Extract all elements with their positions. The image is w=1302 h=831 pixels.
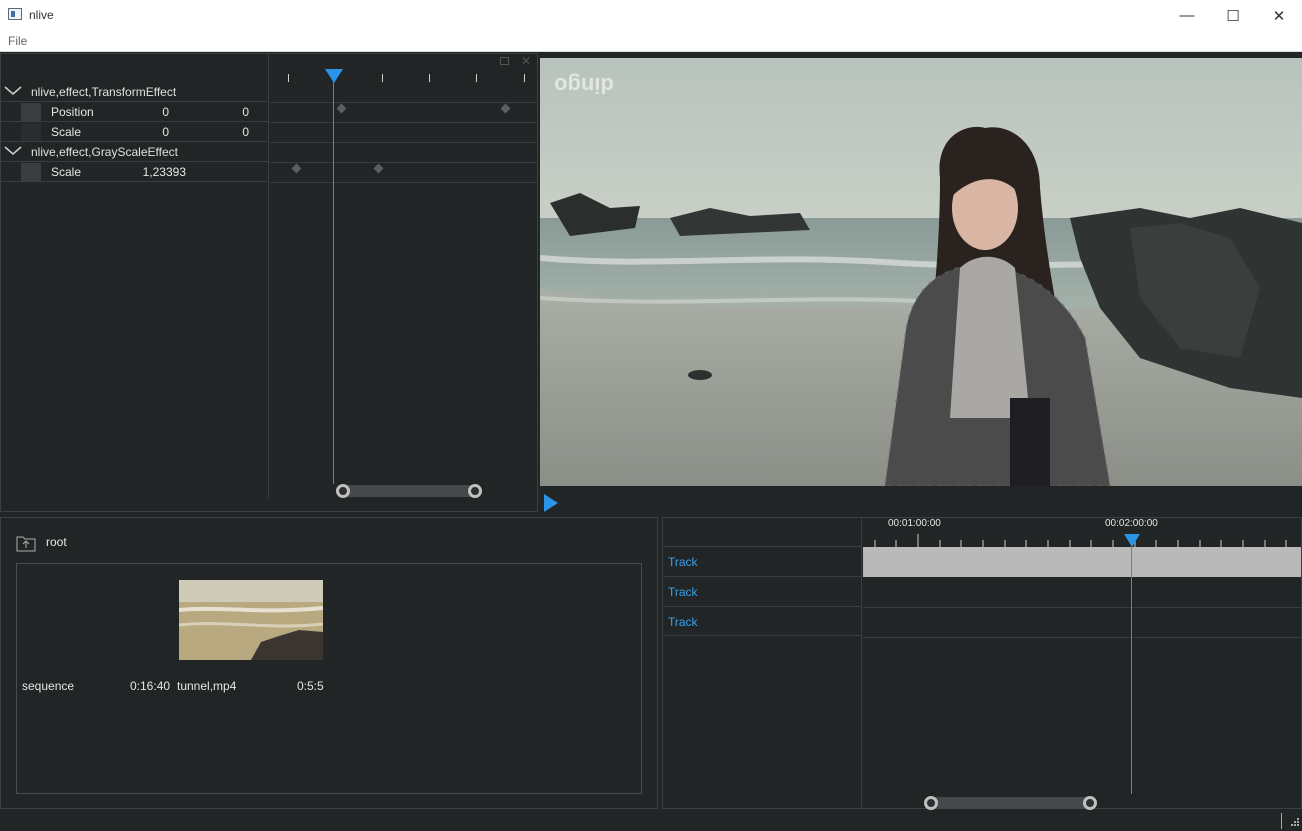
property-value-x[interactable]: 0 <box>109 105 169 119</box>
track-header[interactable]: Track <box>663 546 862 576</box>
minimize-button[interactable]: — <box>1164 0 1210 31</box>
ruler-label: 00:02:00:00 <box>1105 518 1158 529</box>
track-label: Track <box>668 555 698 569</box>
keyframe-marker[interactable] <box>291 163 302 174</box>
property-label: Scale <box>51 125 82 139</box>
close-panel-icon[interactable]: ✕ <box>521 54 531 68</box>
window-title: nlive <box>29 8 54 22</box>
watermark-logo: dingo <box>554 73 614 98</box>
property-value-y[interactable]: 0 <box>189 105 249 119</box>
ruler-tick <box>429 74 430 82</box>
play-icon[interactable] <box>544 494 558 512</box>
media-item-duration: 0:16:40 <box>130 679 171 693</box>
effect-property-row[interactable]: Scale 1,23393 <box>1 162 269 182</box>
video-viewer[interactable]: dingo <box>540 58 1302 486</box>
property-value-x[interactable]: 1,23393 <box>126 165 186 179</box>
scroll-end-handle[interactable] <box>1083 796 1097 810</box>
effect-group-label: nlive,effect,TransformEffect <box>31 85 177 99</box>
timeline-scrollbar[interactable] <box>931 797 1091 809</box>
folder-name: root <box>46 535 67 549</box>
media-panel: root sequence 0:16:40 tunnel,mp4 0:5:5 <box>0 517 658 809</box>
effect-group-label: nlive,effect,GrayScaleEffect <box>31 145 178 159</box>
timeline-clip[interactable] <box>863 547 1301 577</box>
maximize-button[interactable]: ☐ <box>1210 0 1256 31</box>
status-bar <box>0 811 1302 831</box>
keyframe-marker[interactable] <box>336 103 347 114</box>
effect-property-row[interactable]: Position 0 0 <box>1 102 269 122</box>
property-value-y[interactable]: 0 <box>189 125 249 139</box>
track-label: Track <box>668 615 698 629</box>
keyframe-toggle[interactable] <box>21 163 41 181</box>
track-label: Track <box>668 585 698 599</box>
keyframe-scrollbar[interactable] <box>336 485 482 497</box>
media-item[interactable]: tunnel,mp4 0:5:5 <box>177 679 327 699</box>
float-panel-icon[interactable] <box>500 57 509 65</box>
chevron-down-icon[interactable] <box>4 84 22 96</box>
timeline-playhead-line <box>1131 546 1132 794</box>
effects-tree: nlive,effect,TransformEffect Position 0 … <box>1 54 269 499</box>
media-grid[interactable]: sequence 0:16:40 tunnel,mp4 0:5:5 <box>16 563 642 794</box>
folder-up-icon[interactable] <box>16 534 36 552</box>
resize-grip-icon[interactable] <box>1288 817 1300 829</box>
title-bar: nlive — ☐ ✕ <box>0 0 1302 31</box>
video-frame <box>540 58 1302 486</box>
menu-bar: File <box>0 31 1302 52</box>
track-header[interactable]: Track <box>663 606 862 636</box>
ruler-ticks <box>874 534 1287 547</box>
keyframe-marker[interactable] <box>500 103 511 114</box>
playhead-handle-icon[interactable] <box>325 69 343 83</box>
media-item[interactable]: sequence 0:16:40 <box>22 679 172 699</box>
media-item-duration: 0:5:5 <box>297 679 324 693</box>
keyframe-area[interactable]: ✕ <box>270 54 538 499</box>
close-button[interactable]: ✕ <box>1256 0 1302 31</box>
media-item-name: sequence <box>22 679 75 693</box>
scroll-start-handle[interactable] <box>924 796 938 810</box>
property-label: Scale <box>51 165 82 179</box>
ruler-tick <box>382 74 383 82</box>
effect-property-row[interactable]: Scale 0 0 <box>1 122 269 142</box>
property-value-x[interactable]: 0 <box>109 125 169 139</box>
keyframe-toggle[interactable] <box>21 103 41 121</box>
ruler-label: 00:01:00:00 <box>888 518 941 529</box>
viewer-controls <box>540 486 1302 512</box>
effect-group-row[interactable]: nlive,effect,GrayScaleEffect <box>1 142 269 162</box>
scroll-start-handle[interactable] <box>336 484 350 498</box>
playhead-line <box>333 82 334 484</box>
keyframe-toggle[interactable] <box>21 123 41 141</box>
property-label: Position <box>51 105 94 119</box>
track-header[interactable]: Track <box>663 576 862 606</box>
app-icon <box>8 8 22 20</box>
ruler-tick <box>476 74 477 82</box>
scroll-end-handle[interactable] <box>468 484 482 498</box>
menu-file[interactable]: File <box>8 34 27 48</box>
timeline-playhead-icon[interactable] <box>1124 534 1140 547</box>
effect-group-row[interactable]: nlive,effect,TransformEffect <box>1 82 269 102</box>
media-item-name: tunnel,mp4 <box>177 679 237 693</box>
media-thumbnail[interactable] <box>179 580 323 660</box>
effects-panel: nlive,effect,TransformEffect Position 0 … <box>0 53 538 512</box>
timeline-ruler[interactable]: 00:01:00:00 00:02:00:00 <box>863 518 1301 547</box>
ruler-tick <box>288 74 289 82</box>
track-headers: Track Track Track <box>663 518 862 808</box>
keyframe-marker[interactable] <box>373 163 384 174</box>
ruler-tick <box>524 74 525 82</box>
chevron-down-icon[interactable] <box>4 144 22 156</box>
timeline-panel: Track Track Track 00:01:00:00 00:02:00:0… <box>662 517 1302 810</box>
